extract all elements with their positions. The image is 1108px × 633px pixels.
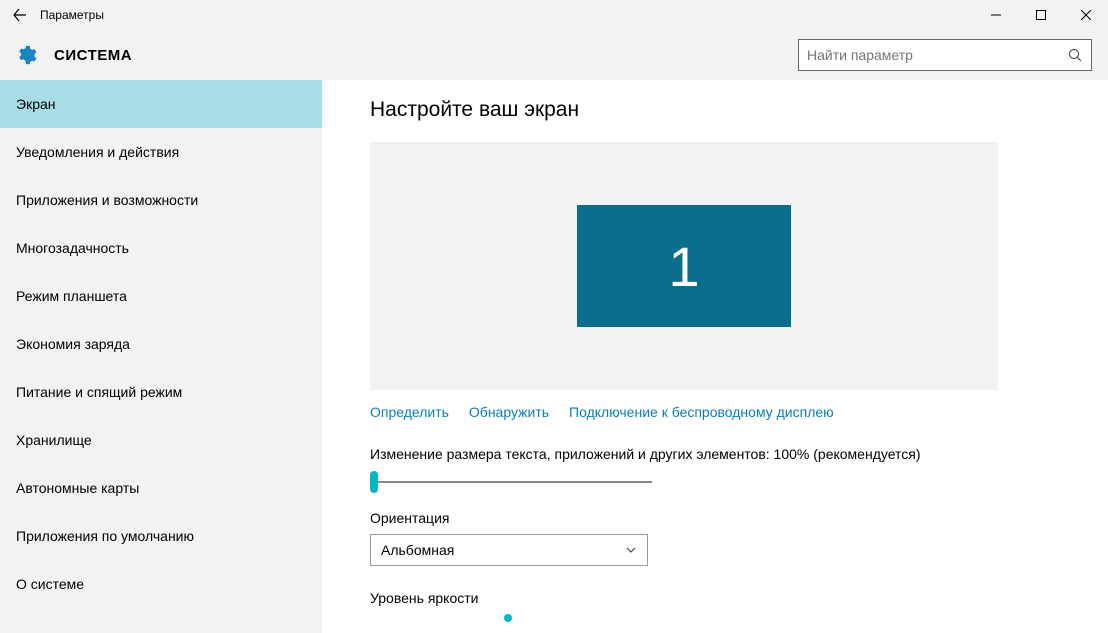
window-title: Параметры xyxy=(40,8,104,22)
sidebar-item-label: Приложения и возможности xyxy=(16,192,198,208)
minimize-button[interactable] xyxy=(973,0,1018,30)
brightness-slider[interactable] xyxy=(370,614,652,622)
sidebar-item-notifications[interactable]: Уведомления и действия xyxy=(0,128,322,176)
sidebar-item-label: Автономные карты xyxy=(16,480,139,496)
slider-track xyxy=(374,481,652,483)
sidebar-item-label: Экран xyxy=(16,96,56,112)
content: Настройте ваш экран 1 Определить Обнаруж… xyxy=(322,80,1108,633)
monitor-tile-1[interactable]: 1 xyxy=(577,205,791,327)
search-box[interactable] xyxy=(798,39,1092,71)
sidebar-item-label: Хранилище xyxy=(16,432,92,448)
sidebar-item-label: О системе xyxy=(16,576,84,592)
back-button[interactable] xyxy=(5,0,35,30)
close-icon xyxy=(1081,10,1091,20)
display-links: Определить Обнаружить Подключение к бесп… xyxy=(370,404,1084,420)
slider-thumb[interactable] xyxy=(370,471,378,493)
sidebar-item-multitasking[interactable]: Многозадачность xyxy=(0,224,322,272)
header: СИСТЕМА xyxy=(0,30,1108,80)
search-input[interactable] xyxy=(807,47,1067,63)
brightness-label: Уровень яркости xyxy=(370,590,1084,606)
arrow-left-icon xyxy=(13,8,27,22)
sidebar-item-label: Режим планшета xyxy=(16,288,127,304)
sidebar-item-display[interactable]: Экран xyxy=(0,80,322,128)
display-arrangement[interactable]: 1 xyxy=(370,142,998,390)
sidebar-item-power-sleep[interactable]: Питание и спящий режим xyxy=(0,368,322,416)
orientation-dropdown[interactable]: Альбомная xyxy=(370,534,648,566)
body: Экран Уведомления и действия Приложения … xyxy=(0,80,1108,633)
sidebar-item-tablet-mode[interactable]: Режим планшета xyxy=(0,272,322,320)
sidebar-item-apps-features[interactable]: Приложения и возможности xyxy=(0,176,322,224)
sidebar-item-offline-maps[interactable]: Автономные карты xyxy=(0,464,322,512)
header-category: СИСТЕМА xyxy=(54,47,132,64)
sidebar-item-label: Питание и спящий режим xyxy=(16,384,182,400)
scale-slider[interactable] xyxy=(370,472,652,492)
minimize-icon xyxy=(991,10,1001,20)
gear-icon xyxy=(14,43,38,67)
sidebar-item-label: Уведомления и действия xyxy=(16,144,179,160)
orientation-value: Альбомная xyxy=(381,542,625,558)
close-button[interactable] xyxy=(1063,0,1108,30)
orientation-label: Ориентация xyxy=(370,510,1084,526)
sidebar-item-storage[interactable]: Хранилище xyxy=(0,416,322,464)
sidebar: Экран Уведомления и действия Приложения … xyxy=(0,80,322,633)
page-title: Настройте ваш экран xyxy=(370,98,1084,122)
detect-link[interactable]: Обнаружить xyxy=(469,404,549,420)
maximize-button[interactable] xyxy=(1018,0,1063,30)
sidebar-item-label: Многозадачность xyxy=(16,240,129,256)
search-icon xyxy=(1067,47,1083,63)
sidebar-item-about[interactable]: О системе xyxy=(0,560,322,608)
scale-label: Изменение размера текста, приложений и д… xyxy=(370,446,1084,462)
monitor-number: 1 xyxy=(668,234,699,299)
title-bar: Параметры xyxy=(0,0,1108,30)
brightness-thumb[interactable] xyxy=(504,614,512,622)
chevron-down-icon xyxy=(625,544,637,556)
sidebar-item-default-apps[interactable]: Приложения по умолчанию xyxy=(0,512,322,560)
sidebar-item-label: Экономия заряда xyxy=(16,336,130,352)
maximize-icon xyxy=(1036,10,1046,20)
sidebar-item-battery-saver[interactable]: Экономия заряда xyxy=(0,320,322,368)
sidebar-item-label: Приложения по умолчанию xyxy=(16,528,194,544)
identify-link[interactable]: Определить xyxy=(370,404,449,420)
wireless-display-link[interactable]: Подключение к беспроводному дисплею xyxy=(569,404,834,420)
